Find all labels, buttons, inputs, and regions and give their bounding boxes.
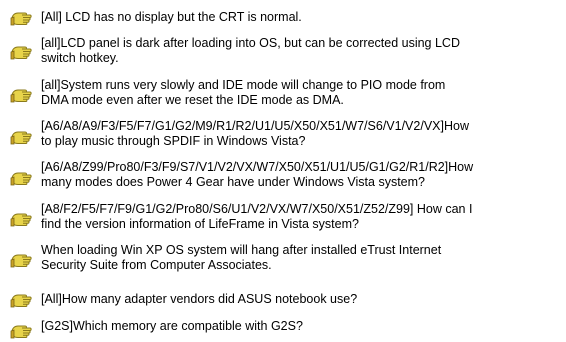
faq-link[interactable]: [A6/A8/A9/F3/F5/F7/G1/G2/M9/R1/R2/U1/U5/… bbox=[41, 119, 561, 149]
faq-link-line: to play music through SPDIF in Windows V… bbox=[41, 134, 306, 148]
pointing-hand-icon bbox=[10, 131, 32, 145]
faq-link-line: When loading Win XP OS system will hang … bbox=[41, 243, 442, 257]
pointing-hand-icon bbox=[10, 89, 32, 103]
faq-link-line: many modes does Power 4 Gear have under … bbox=[41, 175, 425, 189]
faq-link[interactable]: [all]LCD panel is dark after loading int… bbox=[41, 36, 561, 66]
faq-link-line: find the version information of LifeFram… bbox=[41, 217, 359, 231]
faq-link-line: [A6/A8/A9/F3/F5/F7/G1/G2/M9/R1/R2/U1/U5/… bbox=[41, 119, 469, 133]
faq-link-line: [all]System runs very slowly and IDE mod… bbox=[41, 78, 446, 92]
pointing-hand-icon bbox=[10, 325, 32, 339]
faq-link-line: Security Suite from Computer Associates. bbox=[41, 258, 272, 272]
faq-link[interactable]: [All] LCD has no display but the CRT is … bbox=[41, 10, 561, 25]
faq-link-line: [A6/A8/Z99/Pro80/F3/F9/S7/V1/V2/VX/W7/X5… bbox=[41, 160, 474, 174]
pointing-hand-icon bbox=[10, 213, 32, 227]
faq-link-line: [all]LCD panel is dark after loading int… bbox=[41, 36, 460, 50]
faq-link[interactable]: [G2S]Which memory are compatible with G2… bbox=[41, 319, 561, 334]
pointing-hand-icon bbox=[10, 294, 32, 308]
faq-link-line: [All] LCD has no display but the CRT is … bbox=[41, 10, 302, 24]
faq-link[interactable]: When loading Win XP OS system will hang … bbox=[41, 243, 561, 273]
pointing-hand-icon bbox=[10, 254, 32, 268]
faq-link-line: switch hotkey. bbox=[41, 51, 119, 65]
faq-link-line: [All]How many adapter vendors did ASUS n… bbox=[41, 292, 358, 306]
faq-link-line: [A8/F2/F5/F7/F9/G1/G2/Pro80/S6/U1/V2/VX/… bbox=[41, 202, 473, 216]
pointing-hand-icon bbox=[10, 12, 32, 26]
faq-link-line: [G2S]Which memory are compatible with G2… bbox=[41, 319, 303, 333]
faq-link[interactable]: [all]System runs very slowly and IDE mod… bbox=[41, 78, 561, 108]
faq-link[interactable]: [A8/F2/F5/F7/F9/G1/G2/Pro80/S6/U1/V2/VX/… bbox=[41, 202, 561, 232]
pointing-hand-icon bbox=[10, 172, 32, 186]
pointing-hand-icon bbox=[10, 46, 32, 60]
faq-link[interactable]: [A6/A8/Z99/Pro80/F3/F9/S7/V1/V2/VX/W7/X5… bbox=[41, 160, 561, 190]
faq-list: [All] LCD has no display but the CRT is … bbox=[0, 0, 566, 339]
faq-link[interactable]: [All]How many adapter vendors did ASUS n… bbox=[41, 292, 561, 307]
faq-link-line: DMA mode even after we reset the IDE mod… bbox=[41, 93, 344, 107]
